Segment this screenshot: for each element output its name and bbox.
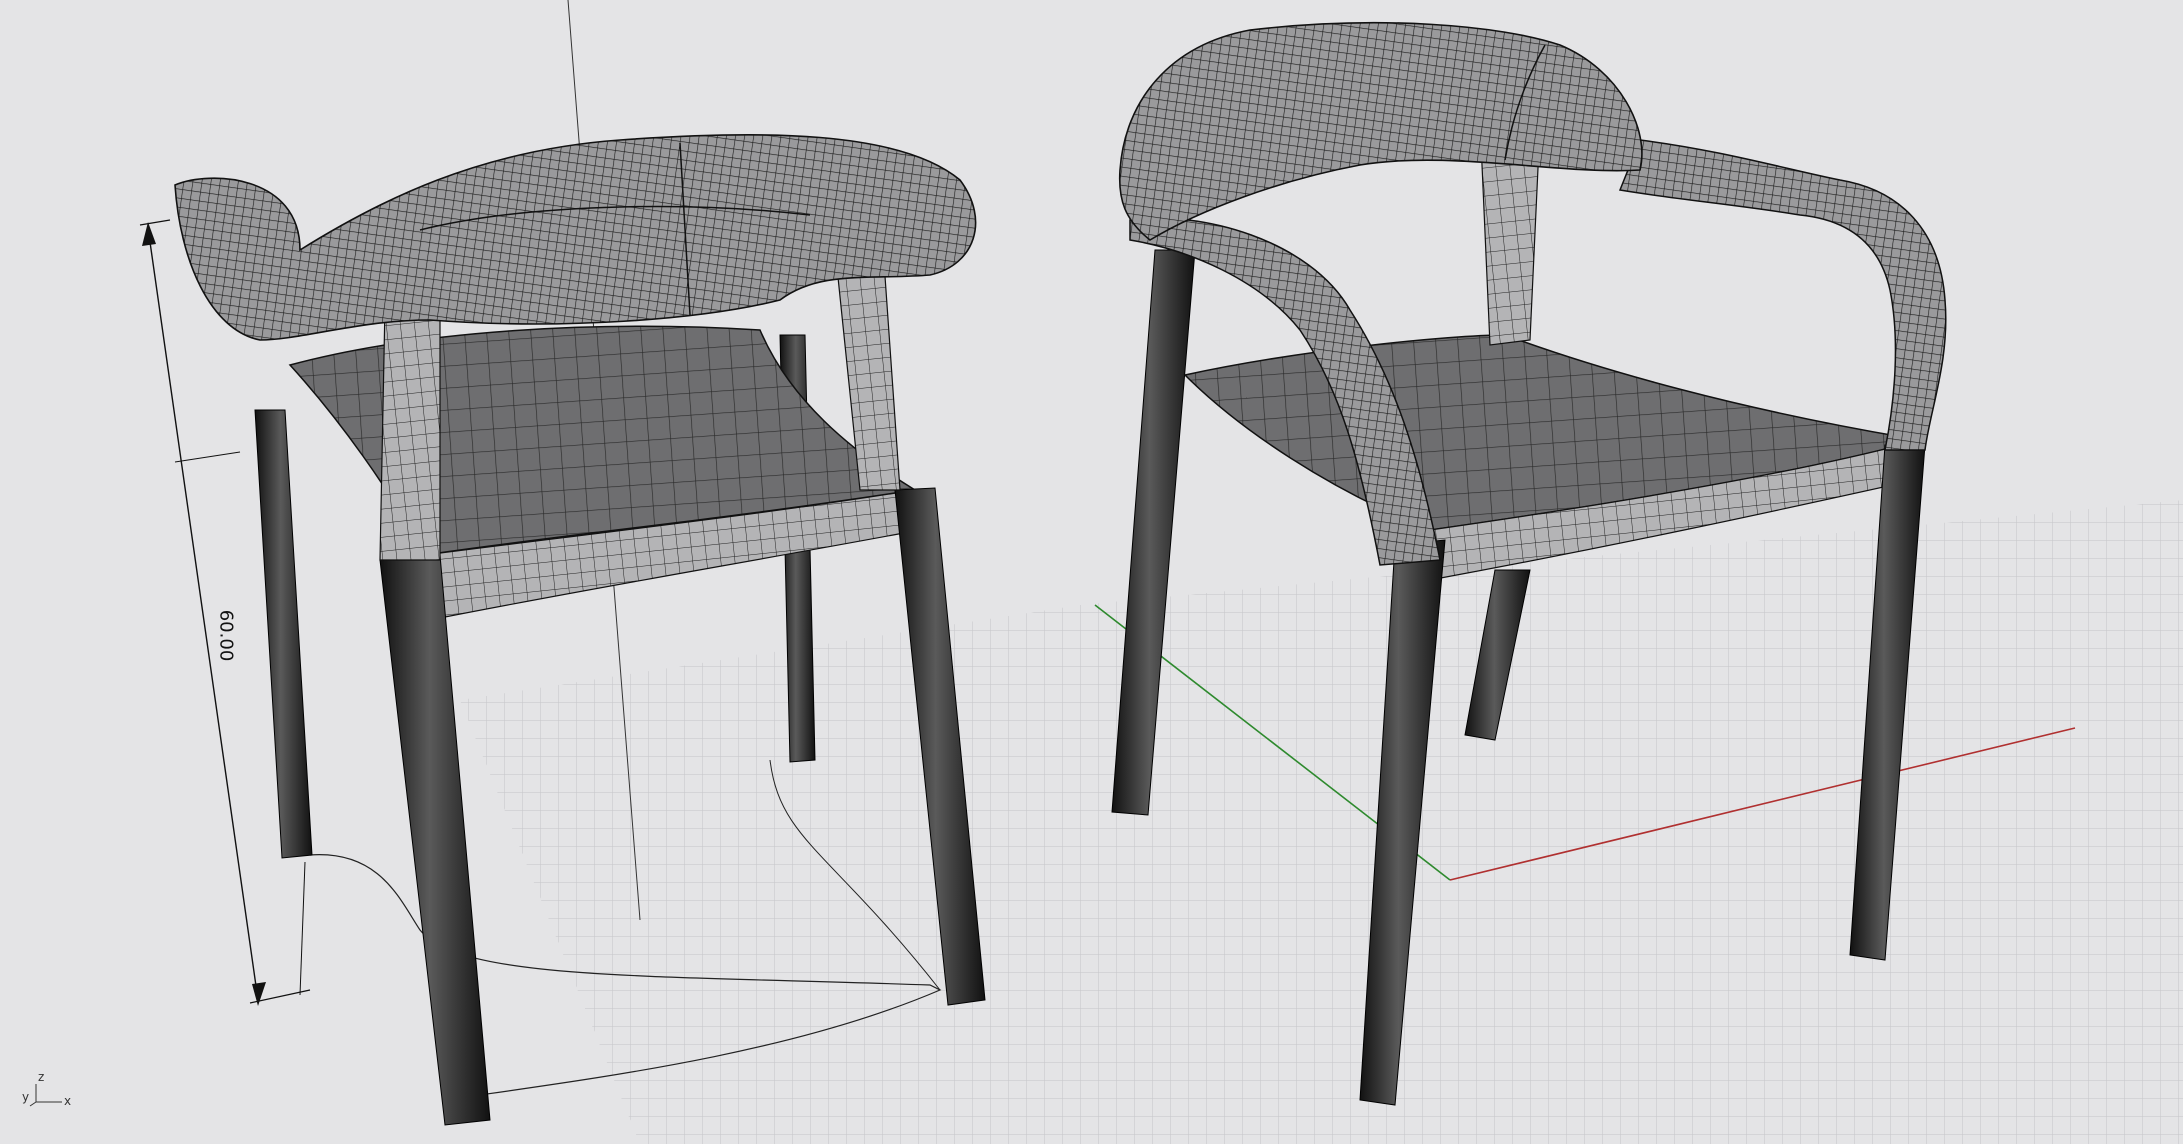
axis-gizmo-lines xyxy=(29,1084,62,1107)
front-left-leg[interactable] xyxy=(379,554,491,1126)
backrest-top-rail[interactable] xyxy=(1118,21,1643,241)
perspective-viewport[interactable]: 60.00 z y x xyxy=(0,0,2183,1144)
construction-grid xyxy=(460,500,2183,1144)
scene-canvas[interactable] xyxy=(0,0,2183,1144)
dimension-value: 60.00 xyxy=(215,609,237,662)
rear-left-leg[interactable] xyxy=(254,409,313,859)
